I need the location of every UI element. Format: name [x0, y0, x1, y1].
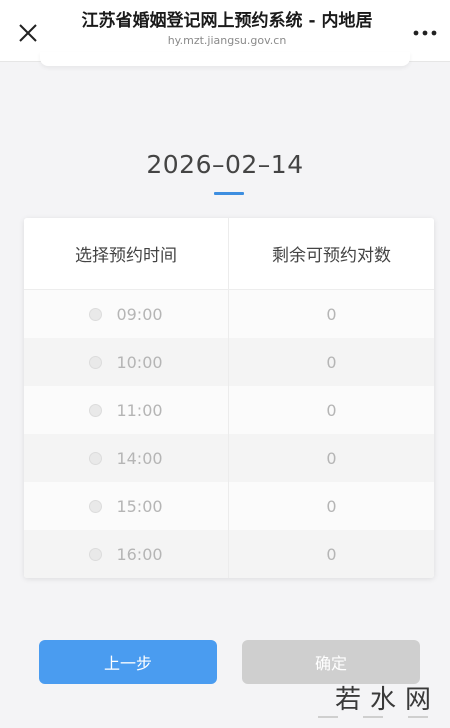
time-option[interactable]: 16:00 [24, 530, 229, 578]
watermark-underline [318, 716, 428, 722]
radio-button[interactable] [89, 307, 103, 321]
time-label: 15:00 [116, 496, 163, 516]
time-option[interactable]: 09:00 [24, 290, 229, 338]
top-card-edge [40, 52, 410, 66]
header-select-time: 选择预约时间 [24, 218, 229, 289]
more-icon [413, 30, 437, 36]
time-option[interactable]: 10:00 [24, 338, 229, 386]
table-header-row: 选择预约时间 剩余可预约对数 [24, 218, 434, 290]
more-button[interactable] [410, 21, 440, 45]
time-option[interactable]: 15:00 [24, 482, 229, 530]
radio-button[interactable] [89, 499, 103, 513]
table-row: 10:00 0 [24, 338, 434, 386]
table-row: 15:00 0 [24, 482, 434, 530]
selected-date: 2026–02–14 [146, 150, 304, 179]
confirm-button[interactable]: 确定 [242, 640, 420, 684]
close-icon [19, 24, 37, 42]
time-option[interactable]: 11:00 [24, 386, 229, 434]
watermark-logo: 若水网 [334, 685, 440, 715]
table-row: 16:00 0 [24, 530, 434, 578]
radio-button[interactable] [89, 355, 103, 369]
time-label: 16:00 [116, 544, 163, 564]
time-option[interactable]: 14:00 [24, 434, 229, 482]
remaining-count: 0 [326, 304, 337, 324]
radio-button[interactable] [89, 403, 103, 417]
table-row: 14:00 0 [24, 434, 434, 482]
close-button[interactable] [14, 19, 42, 47]
time-label: 14:00 [116, 448, 163, 468]
header-remaining: 剩余可预约对数 [272, 246, 391, 266]
time-label: 10:00 [116, 352, 163, 372]
remaining-count: 0 [326, 448, 337, 468]
remaining-count: 0 [326, 400, 337, 420]
table-row: 09:00 0 [24, 290, 434, 338]
date-underline [214, 192, 244, 195]
previous-step-button[interactable]: 上一步 [39, 640, 217, 684]
time-slot-table: 选择预约时间 剩余可预约对数 09:00 0 10:00 0 11:00 0 1… [24, 218, 434, 578]
radio-button[interactable] [89, 547, 103, 561]
remaining-count: 0 [326, 496, 337, 516]
radio-button[interactable] [89, 451, 103, 465]
table-row: 11:00 0 [24, 386, 434, 434]
time-label: 09:00 [116, 304, 163, 324]
title-area: 江苏省婚姻登记网上预约系统 - 内地居 hy.mzt.jiangsu.gov.c… [58, 10, 396, 48]
remaining-count: 0 [326, 544, 337, 564]
page-url: hy.mzt.jiangsu.gov.cn [167, 34, 287, 47]
time-label: 11:00 [116, 400, 163, 420]
page-title: 江苏省婚姻登记网上预约系统 - 内地居 [81, 11, 373, 31]
remaining-count: 0 [326, 352, 337, 372]
